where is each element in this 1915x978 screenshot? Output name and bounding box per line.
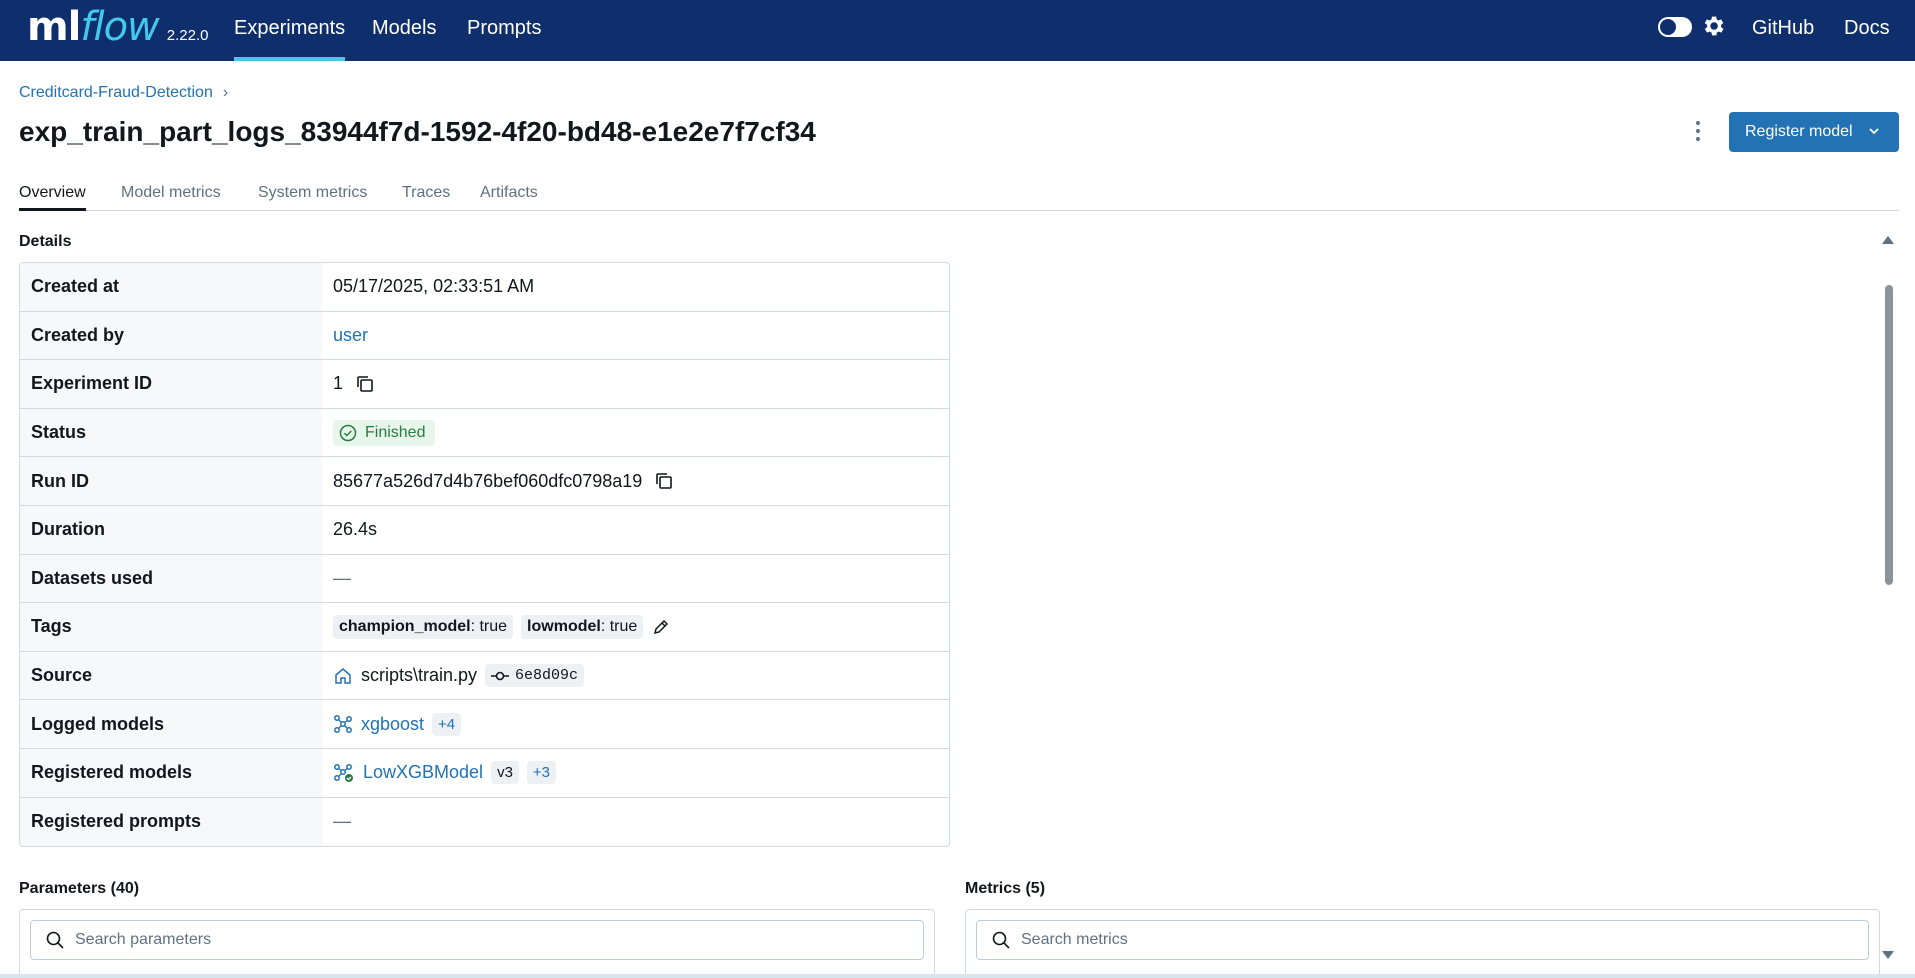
tag-value: : true (600, 617, 638, 635)
check-circle-icon (339, 424, 357, 441)
detail-key: Registered models (20, 748, 322, 797)
scroll-down-arrow-icon[interactable] (1882, 951, 1894, 959)
version-label: 2.22.0 (166, 27, 209, 44)
detail-row-run-id: Run ID 85677a526d7d4b76bef060dfc0798a19 (20, 457, 949, 506)
registered-prompts-value: — (333, 811, 351, 832)
register-model-button[interactable]: Register model (1729, 112, 1899, 152)
commit-badge[interactable]: 6e8d09c (485, 664, 585, 688)
search-icon (46, 931, 64, 949)
parameters-panel: Search parameters (19, 909, 935, 978)
tag-chip: champion_model: true (333, 614, 514, 639)
tag-key: lowmodel (527, 617, 601, 635)
run-id-value: 85677a526d7d4b76bef060dfc0798a19 (333, 470, 643, 491)
tab-system-metrics[interactable]: System metrics (258, 184, 367, 211)
search-parameters-placeholder: Search parameters (75, 931, 212, 948)
detail-key: Created at (20, 263, 322, 311)
detail-key: Created by (20, 311, 322, 360)
registered-model-icon (334, 763, 353, 782)
tab-traces[interactable]: Traces (402, 184, 450, 211)
more-options-icon[interactable] (1688, 118, 1708, 144)
nav-prompts[interactable]: Prompts (467, 0, 541, 61)
tab-model-metrics[interactable]: Model metrics (121, 184, 221, 211)
detail-row-duration: Duration 26.4s (20, 505, 949, 555)
detail-row-created-at: Created at 05/17/2025, 02:33:51 AM (20, 263, 949, 312)
metrics-panel: Search metrics (965, 909, 1880, 978)
version-badge: v3 (491, 761, 519, 785)
detail-key: Tags (20, 603, 322, 651)
tab-overview[interactable]: Overview (19, 184, 86, 211)
breadcrumb-experiment-link[interactable]: Creditcard-Fraud-Detection (19, 84, 213, 102)
tab-artifacts[interactable]: Artifacts (480, 184, 538, 211)
chevron-right-icon: › (222, 84, 229, 101)
pencil-icon[interactable] (651, 617, 671, 637)
details-table: Created at 05/17/2025, 02:33:51 AM Creat… (19, 262, 950, 848)
detail-row-created-by: Created by user (20, 311, 949, 361)
detail-key: Datasets used (20, 554, 322, 603)
more-registered-badge[interactable]: +3 (526, 761, 557, 785)
duration-value: 26.4s (333, 519, 378, 540)
chevron-down-icon (1869, 128, 1879, 135)
details-heading: Details (19, 233, 72, 250)
scrollbar-thumb[interactable] (1885, 285, 1893, 585)
detail-row-status: Status Finished (20, 408, 949, 458)
parameters-heading: Parameters (40) (19, 880, 140, 897)
dark-mode-toggle[interactable] (1658, 17, 1692, 37)
detail-key: Experiment ID (20, 360, 322, 408)
detail-key: Registered prompts (20, 797, 322, 847)
mlflow-logo[interactable]: ml flow 2.22.0 (27, 4, 209, 54)
tag-key: champion_model (339, 617, 471, 635)
detail-row-experiment-id: Experiment ID 1 (20, 360, 949, 409)
source-value[interactable]: scripts\train.py (361, 665, 477, 686)
logo-flow: flow (80, 4, 159, 50)
tag-value: : true (470, 617, 508, 635)
search-metrics-input[interactable]: Search metrics (976, 920, 1869, 960)
detail-key: Status (20, 408, 322, 457)
copy-icon[interactable] (355, 374, 375, 394)
detail-row-source: Source scripts\train.py 6e8d09c (20, 651, 949, 701)
nav-docs[interactable]: Docs (1844, 0, 1890, 61)
detail-row-datasets: Datasets used — (20, 554, 949, 604)
register-model-label: Register model (1745, 123, 1853, 140)
nav-models[interactable]: Models (372, 0, 436, 61)
home-icon (335, 667, 351, 684)
model-icon (334, 715, 352, 734)
commit-hash: 6e8d09c (515, 667, 579, 685)
top-nav-bar: ml flow 2.22.0 Experiments Models Prompt… (0, 0, 1915, 61)
created-at-value: 05/17/2025, 02:33:51 AM (333, 276, 535, 297)
git-commit-icon (491, 671, 510, 680)
detail-row-registered-models: Registered models LowXGBModel v3 +3 (20, 748, 949, 798)
detail-key: Logged models (20, 700, 322, 748)
page-scrollbar[interactable] (1880, 233, 1896, 978)
detail-key: Duration (20, 505, 322, 554)
detail-row-logged-models: Logged models xgboost +4 (20, 700, 949, 749)
registered-model-link[interactable]: LowXGBModel (363, 762, 483, 783)
detail-key: Source (20, 651, 322, 700)
breadcrumb: Creditcard-Fraud-Detection › (19, 84, 228, 102)
datasets-value: — (333, 567, 351, 588)
status-text: Finished (365, 423, 426, 441)
more-models-badge[interactable]: +4 (432, 712, 462, 736)
search-metrics-placeholder: Search metrics (1021, 931, 1128, 948)
logged-model-link[interactable]: xgboost (361, 714, 424, 735)
detail-row-registered-prompts: Registered prompts — (20, 797, 949, 847)
gear-icon[interactable] (1700, 11, 1726, 41)
nav-experiments[interactable]: Experiments (234, 0, 346, 61)
search-icon (992, 931, 1010, 949)
metrics-heading: Metrics (5) (965, 880, 1046, 897)
detail-key: Run ID (20, 457, 322, 505)
scroll-up-arrow-icon[interactable] (1882, 236, 1894, 244)
page-title: exp_train_part_logs_83944f7d-1592-4f20-b… (19, 116, 816, 147)
experiment-id-value: 1 (333, 373, 344, 394)
bottom-divider (0, 974, 1915, 978)
nav-github[interactable]: GitHub (1752, 0, 1814, 61)
run-tabs: Overview Model metrics System metrics Tr… (19, 184, 1899, 211)
copy-icon[interactable] (654, 471, 674, 491)
created-by-link[interactable]: user (333, 325, 368, 346)
tag-chip: lowmodel: true (521, 614, 644, 639)
search-parameters-input[interactable]: Search parameters (30, 920, 924, 960)
detail-row-tags: Tags champion_model: true lowmodel: true (20, 603, 949, 652)
logo-ml: ml (27, 4, 81, 50)
status-badge: Finished (333, 419, 436, 446)
